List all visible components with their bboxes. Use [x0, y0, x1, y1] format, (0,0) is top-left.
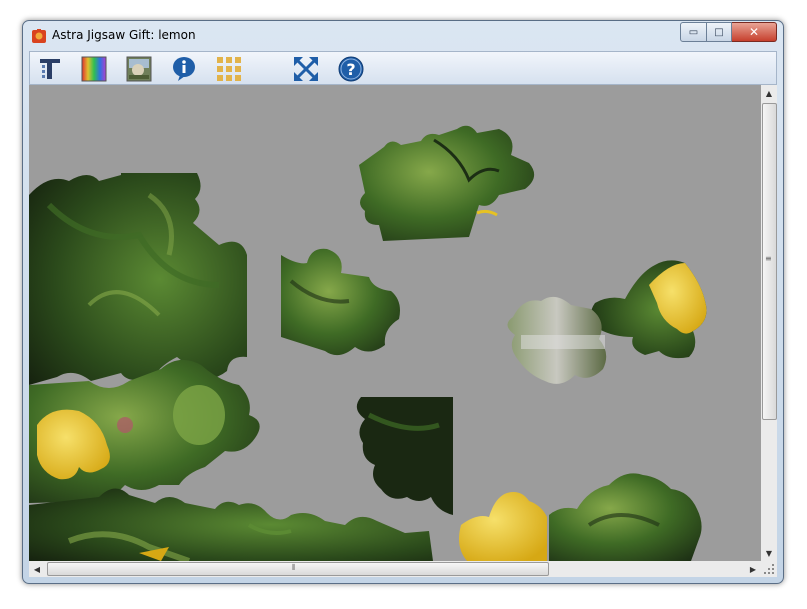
cut-pattern-icon[interactable] — [36, 55, 64, 83]
puzzle-piece[interactable] — [29, 488, 433, 561]
window-title: Astra Jigsaw Gift: lemon — [52, 28, 196, 42]
resize-grip[interactable] — [761, 561, 777, 577]
puzzle-app-icon — [32, 29, 46, 43]
vertical-scroll-thumb[interactable]: ≡ — [762, 103, 777, 420]
fullscreen-icon[interactable] — [292, 55, 320, 83]
puzzle-piece[interactable] — [356, 397, 453, 515]
close-icon: ✕ — [748, 25, 760, 39]
info-icon[interactable] — [170, 55, 198, 83]
title-bar[interactable]: Astra Jigsaw Gift: lemon ▭ □ ✕ — [23, 21, 783, 51]
puzzle-piece[interactable] — [281, 248, 400, 356]
puzzle-piece[interactable] — [549, 473, 702, 561]
puzzle-piece[interactable] — [29, 173, 247, 385]
scroll-left-arrow-icon[interactable]: ◀ — [29, 561, 45, 577]
maximize-icon: □ — [714, 26, 724, 38]
puzzle-piece[interactable] — [507, 296, 607, 384]
puzzle-piece[interactable] — [459, 492, 547, 561]
puzzle-piece[interactable] — [29, 359, 260, 503]
minimize-button[interactable]: ▭ — [680, 22, 707, 42]
grip-icon: ≡ — [765, 254, 772, 263]
toolbar: ? — [29, 51, 777, 85]
horizontal-scroll-thumb[interactable]: ⦀ — [47, 562, 549, 576]
grid-arrange-icon[interactable] — [215, 55, 243, 83]
puzzle-pieces — [29, 125, 707, 561]
picture-preview-icon[interactable] — [125, 55, 153, 83]
maximize-button[interactable]: □ — [707, 22, 732, 42]
scroll-right-arrow-icon[interactable]: ▶ — [745, 561, 761, 577]
minimize-icon: ▭ — [688, 26, 699, 38]
svg-text:?: ? — [346, 60, 355, 79]
horizontal-scrollbar[interactable]: ◀ ⦀ ▶ — [29, 561, 761, 577]
help-icon[interactable]: ? — [337, 55, 365, 83]
puzzle-board[interactable] — [29, 85, 761, 561]
puzzle-piece[interactable] — [590, 260, 707, 359]
resize-grip-icon — [764, 564, 774, 574]
puzzle-piece[interactable] — [359, 125, 535, 241]
scroll-up-arrow-icon[interactable]: ▲ — [761, 85, 777, 101]
color-palette-icon[interactable] — [80, 55, 108, 83]
grip-icon: ⦀ — [292, 563, 296, 572]
app-window: Astra Jigsaw Gift: lemon ▭ □ ✕ ? ▲ ≡ ▼ ◀… — [22, 20, 784, 584]
vertical-scrollbar[interactable]: ▲ ≡ ▼ — [761, 85, 777, 561]
scroll-down-arrow-icon[interactable]: ▼ — [761, 545, 777, 561]
close-button[interactable]: ✕ — [732, 22, 777, 42]
